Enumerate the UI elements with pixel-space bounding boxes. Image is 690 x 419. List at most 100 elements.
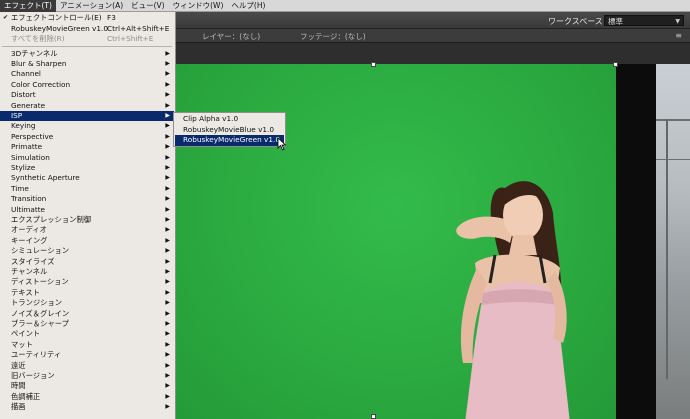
menu-animation[interactable]: アニメーション(A) [56, 0, 127, 12]
submenu-arrow-icon: ▶ [165, 163, 170, 171]
menu-item-label: ユーティリティ [11, 350, 62, 360]
menu-item-label: 遠近 [11, 360, 26, 370]
checkmark-icon: ✔ [3, 14, 9, 21]
menu-item-category[interactable]: エクスプレッション制御 ▶ [0, 215, 174, 225]
submenu-arrow-icon: ▶ [165, 247, 170, 255]
menu-item-category[interactable]: チャンネル ▶ [0, 267, 174, 277]
workspace-select[interactable]: 標準 ▼ [604, 15, 684, 26]
menu-item-category[interactable]: Ultimatte ▶ [0, 205, 174, 215]
menu-item-label: ペイント [11, 329, 41, 339]
menu-item-category[interactable]: シミュレーション ▶ [0, 246, 174, 256]
effect-menu: ✔ エフェクトコントロール(E) F3 RobuskeyMovieGreen v… [0, 12, 176, 419]
menu-item-category[interactable]: キーイング ▶ [0, 236, 174, 246]
panel-menu-icon[interactable]: ≡ [675, 31, 682, 40]
layer-handle[interactable] [613, 62, 618, 67]
menu-item-category[interactable]: Blur & Sharpen ▶ [0, 59, 174, 69]
menu-item-label: マット [11, 339, 33, 349]
menu-item-category[interactable]: オーディオ ▶ [0, 225, 174, 235]
menu-item-category[interactable]: Keying ▶ [0, 121, 174, 131]
menu-item-category[interactable]: Channel ▶ [0, 69, 174, 79]
menu-item-label: Synthetic Aperture [11, 173, 80, 183]
submenu-arrow-icon: ▶ [165, 226, 170, 234]
menu-item-category[interactable]: Stylize ▶ [0, 163, 174, 173]
menu-item-label: エフェクトコントロール(E) [11, 13, 102, 22]
menu-item-label: テキスト [11, 287, 40, 297]
menu-item-label: ノイズ＆グレイン [11, 308, 70, 318]
menu-item-effect-controls[interactable]: ✔ エフェクトコントロール(E) F3 [0, 13, 174, 23]
submenu-arrow-icon: ▶ [165, 174, 170, 182]
menu-item-category[interactable]: ディストーション ▶ [0, 277, 174, 287]
tab-layer[interactable]: レイヤー：(なし) [202, 31, 260, 42]
submenu-item-clip-alpha[interactable]: Clip Alpha v1.0 [175, 114, 284, 125]
menu-item-category[interactable]: スタイライズ ▶ [0, 257, 174, 267]
menu-item-label: シミュレーション [11, 246, 70, 256]
menu-item-category[interactable]: Distort ▶ [0, 90, 174, 100]
layer-handle[interactable] [371, 414, 376, 419]
menu-effect[interactable]: エフェクト(T) [0, 0, 56, 12]
menu-item-last-effect[interactable]: RobuskeyMovieGreen v1.0 Ctrl+Alt+Shift+E [0, 24, 174, 34]
menu-item-category[interactable]: ペイント ▶ [0, 329, 174, 339]
menu-item-category[interactable]: 3Dチャンネル ▶ [0, 49, 174, 59]
menu-item-category[interactable]: ブラー＆シャープ ▶ [0, 319, 174, 329]
menu-item-label: 描画 [11, 402, 26, 412]
menu-item-category[interactable]: マット ▶ [0, 340, 174, 350]
menu-item-category[interactable]: Transition ▶ [0, 194, 174, 204]
menu-item-label: Transition [11, 194, 47, 204]
menu-item-category[interactable]: テキスト ▶ [0, 288, 174, 298]
submenu-arrow-icon: ▶ [165, 91, 170, 99]
menu-item-shortcut: F3 [107, 13, 116, 22]
tab-footage[interactable]: フッテージ：(なし) [300, 31, 366, 42]
submenu-arrow-icon: ▶ [165, 361, 170, 369]
menu-item-label: Perspective [11, 131, 54, 141]
menu-item-remove-all[interactable]: すべてを削除(R) Ctrl+Shift+E [0, 34, 174, 44]
submenu-arrow-icon: ▶ [165, 236, 170, 244]
menu-item-shortcut: Ctrl+Shift+E [107, 34, 154, 43]
menu-item-label: 時間 [11, 381, 26, 391]
menu-item-category[interactable]: Simulation ▶ [0, 153, 174, 163]
menu-item-label: ブラー＆シャープ [11, 318, 69, 328]
menu-item-category[interactable]: ユーティリティ ▶ [0, 350, 174, 360]
menu-item-category[interactable]: Synthetic Aperture ▶ [0, 173, 174, 183]
menu-item-label: チャンネル [11, 266, 48, 276]
dropdown-arrow-icon: ▼ [675, 18, 680, 25]
menu-item-category[interactable]: 時間 ▶ [0, 381, 174, 391]
menu-item-category[interactable]: Generate ▶ [0, 101, 174, 111]
submenu-arrow-icon: ▶ [165, 70, 170, 78]
menu-item-label: すべてを削除(R) [11, 34, 65, 43]
menu-item-category[interactable]: 描画 ▶ [0, 402, 174, 412]
submenu-arrow-icon: ▶ [165, 288, 170, 296]
submenu-arrow-icon: ▶ [165, 382, 170, 390]
menu-view[interactable]: ビュー(V) [127, 0, 168, 12]
menu-item-category[interactable]: ノイズ＆グレイン ▶ [0, 309, 174, 319]
submenu-arrow-icon: ▶ [165, 80, 170, 88]
submenu-arrow-icon: ▶ [165, 371, 170, 379]
menu-item-category[interactable]: 旧バージョン ▶ [0, 371, 174, 381]
menu-item-label: Stylize [11, 162, 36, 172]
submenu-arrow-icon: ▶ [165, 309, 170, 317]
menu-item-category[interactable]: 遠近 ▶ [0, 361, 174, 371]
menu-item-category[interactable]: Color Correction ▶ [0, 80, 174, 90]
submenu-item-robuskey-blue[interactable]: RobuskeyMovieBlue v1.0 [175, 125, 284, 136]
menu-item-label: RobuskeyMovieGreen v1.0 [11, 23, 108, 33]
composition-viewer[interactable] [160, 43, 690, 419]
menu-item-category[interactable]: Primatte ▶ [0, 142, 174, 152]
menu-help[interactable]: ヘルプ(H) [227, 0, 269, 12]
submenu-arrow-icon: ▶ [165, 195, 170, 203]
submenu-arrow-icon: ▶ [165, 278, 170, 286]
menu-window[interactable]: ウィンドウ(W) [169, 0, 228, 12]
submenu-item-robuskey-green[interactable]: RobuskeyMovieGreen v1.0 [175, 135, 284, 146]
menu-item-category[interactable]: トランジション ▶ [0, 298, 174, 308]
menu-item-label: Color Correction [11, 79, 71, 89]
viewer-panel-tabs: レイヤー：(なし) フッテージ：(なし) ≡ [160, 29, 690, 43]
menu-item-category[interactable]: 色調補正 ▶ [0, 392, 174, 402]
menu-item-category[interactable]: Perspective ▶ [0, 132, 174, 142]
workspace-label: ワークスペース： [548, 17, 611, 26]
menu-item-label: Ultimatte [11, 204, 46, 214]
menu-item-category[interactable]: ISP ▶ [0, 110, 174, 122]
menu-item-label: ディストーション [11, 277, 69, 287]
black-panel [616, 64, 656, 419]
menu-item-category[interactable]: Time ▶ [0, 184, 174, 194]
layer-handle[interactable] [371, 62, 376, 67]
menu-item-label: オーディオ [11, 225, 47, 235]
submenu-arrow-icon: ▶ [165, 351, 170, 359]
